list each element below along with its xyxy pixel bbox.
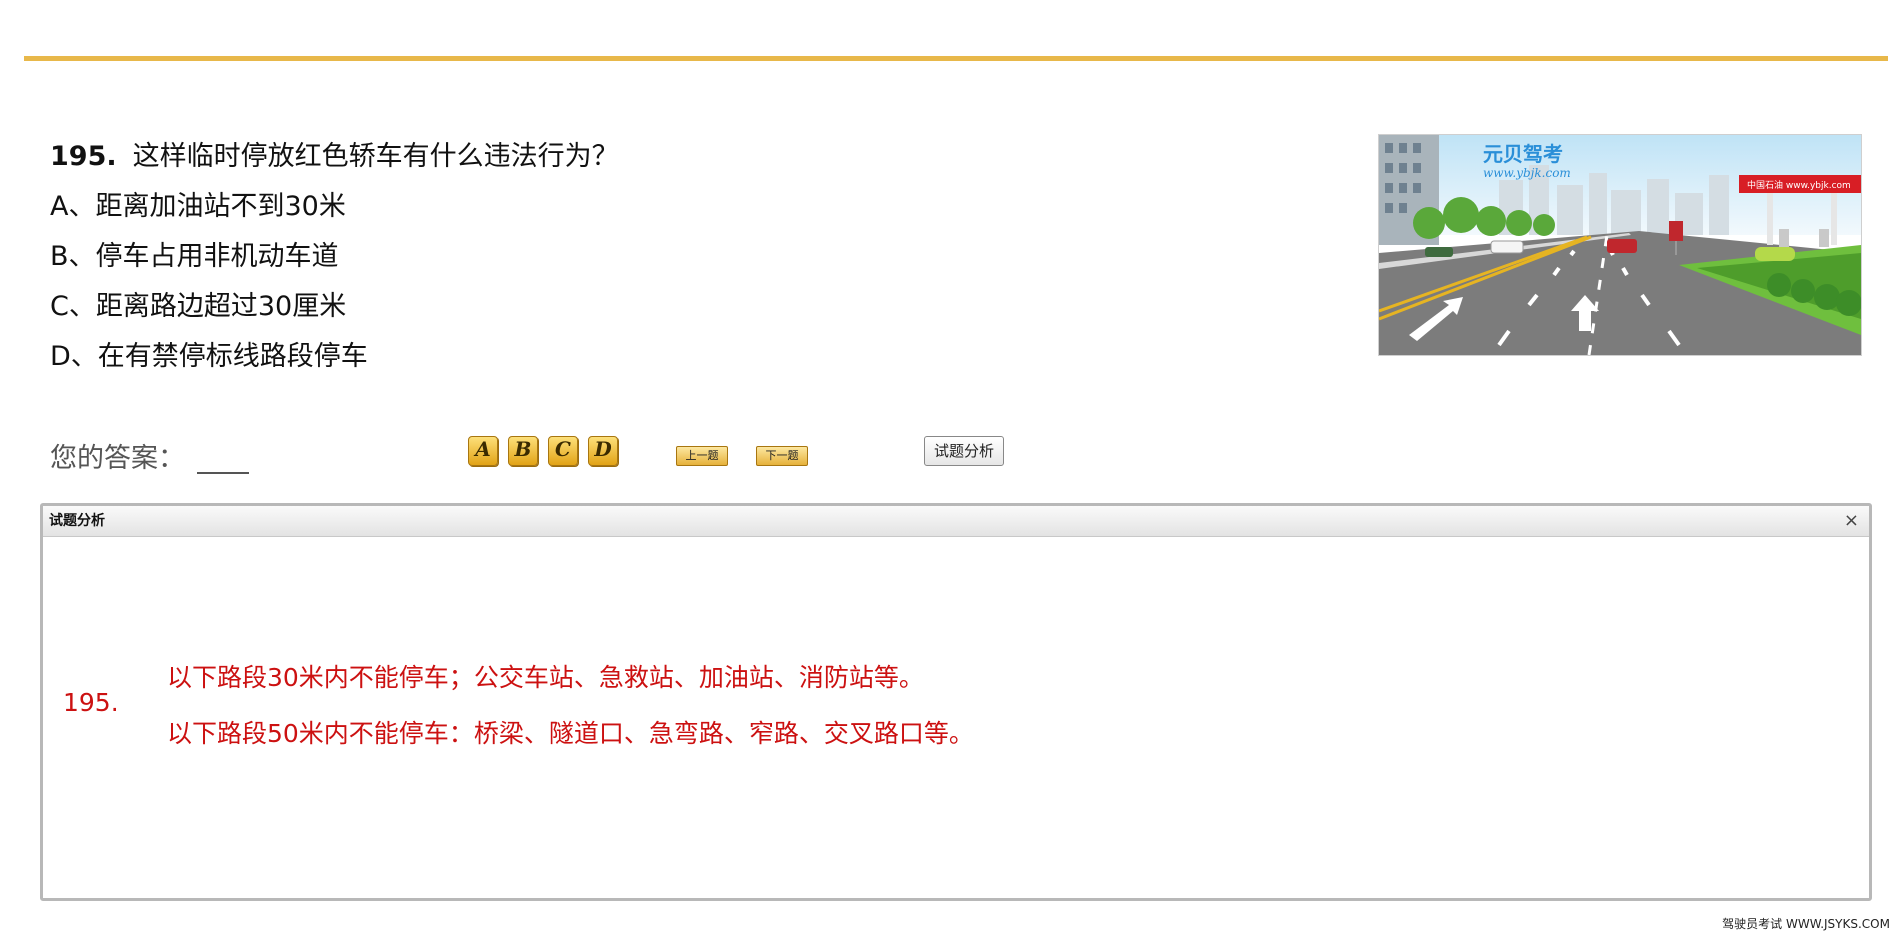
next-question-button[interactable]: 下一题: [756, 446, 808, 466]
option-d: D、在有禁停标线路段停车: [50, 341, 368, 372]
analysis-panel: 试题分析 × 195. 以下路段30米内不能停车；公交车站、急救站、加油站、消防…: [40, 503, 1872, 901]
prev-question-button[interactable]: 上一题: [676, 446, 728, 466]
image-brand: 元贝驾考: [1483, 142, 1563, 166]
analysis-number: 195.: [63, 688, 119, 717]
footer-credit: 驾驶员考试 WWW.JSYKS.COM: [1722, 917, 1890, 931]
analysis-panel-header: 试题分析 ×: [43, 506, 1869, 537]
image-station-sign: 中国石油 www.ybjk.com: [1747, 179, 1851, 191]
option-c: C、距离路边超过30厘米: [50, 291, 347, 322]
close-icon[interactable]: ×: [1844, 506, 1859, 536]
answer-row: 您的答案：: [50, 436, 249, 476]
question-text: 这样临时停放红色轿车有什么违法行为？: [132, 141, 619, 172]
image-url: www.ybjk.com: [1483, 166, 1571, 180]
answer-d-button[interactable]: D: [588, 436, 618, 466]
option-a: A、距离加油站不到30米: [50, 191, 346, 222]
answer-a-button[interactable]: A: [468, 436, 498, 466]
option-b: B、停车占用非机动车道: [50, 241, 339, 272]
top-divider: [24, 56, 1888, 61]
question-block: 195. 这样临时停放红色轿车有什么违法行为？ A、距离加油站不到30米 B、停车…: [50, 132, 619, 382]
analysis-line-2: 以下路段50米内不能停车：桥梁、隧道口、急弯路、窄路、交叉路口等。: [167, 719, 974, 748]
answer-label: 您的答案：: [50, 443, 185, 474]
question-number: 195.: [50, 141, 117, 172]
answer-c-button[interactable]: C: [548, 436, 578, 466]
analysis-panel-title: 试题分析: [49, 513, 105, 529]
question-analysis-button[interactable]: 试题分析: [924, 436, 1004, 466]
question-image: 元贝驾考 www.ybjk.com 中国石油 www.ybjk.com: [1378, 134, 1862, 356]
answer-blank: [197, 446, 249, 474]
question-title: 195. 这样临时停放红色轿车有什么违法行为？: [50, 132, 619, 182]
analysis-line-1: 以下路段30米内不能停车；公交车站、急救站、加油站、消防站等。: [167, 663, 924, 692]
answer-b-button[interactable]: B: [508, 436, 538, 466]
